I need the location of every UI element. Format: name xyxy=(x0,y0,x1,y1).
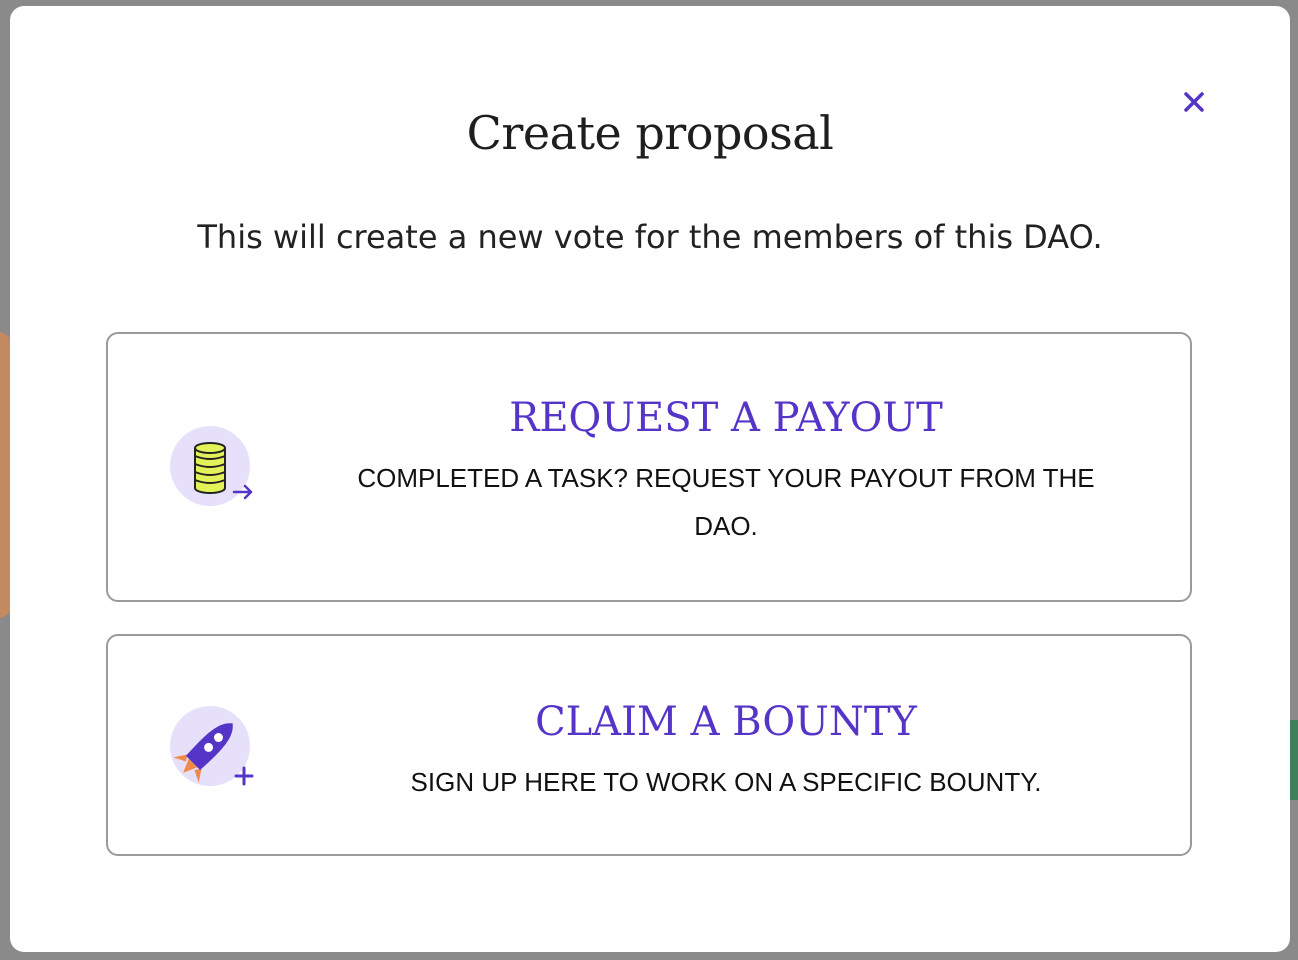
coins-arrow-icon xyxy=(170,426,260,516)
rocket-plus-icon xyxy=(170,706,260,796)
option-title: REQUEST A PAYOUT xyxy=(509,395,943,441)
modal-title: Create proposal xyxy=(466,106,834,160)
claim-bounty-option[interactable]: CLAIM A BOUNTY SIGN UP HERE TO WORK ON A… xyxy=(106,634,1192,856)
create-proposal-modal: Create proposal This will create a new v… xyxy=(10,6,1290,952)
modal-subtitle: This will create a new vote for the memb… xyxy=(197,218,1103,256)
option-title: CLAIM A BOUNTY xyxy=(535,699,917,745)
option-description: COMPLETED A TASK? REQUEST YOUR PAYOUT FR… xyxy=(357,463,1095,541)
option-description: SIGN UP HERE TO WORK ON A SPECIFIC BOUNT… xyxy=(410,767,1042,797)
request-payout-option[interactable]: REQUEST A PAYOUT COMPLETED A TASK? REQUE… xyxy=(106,332,1192,602)
